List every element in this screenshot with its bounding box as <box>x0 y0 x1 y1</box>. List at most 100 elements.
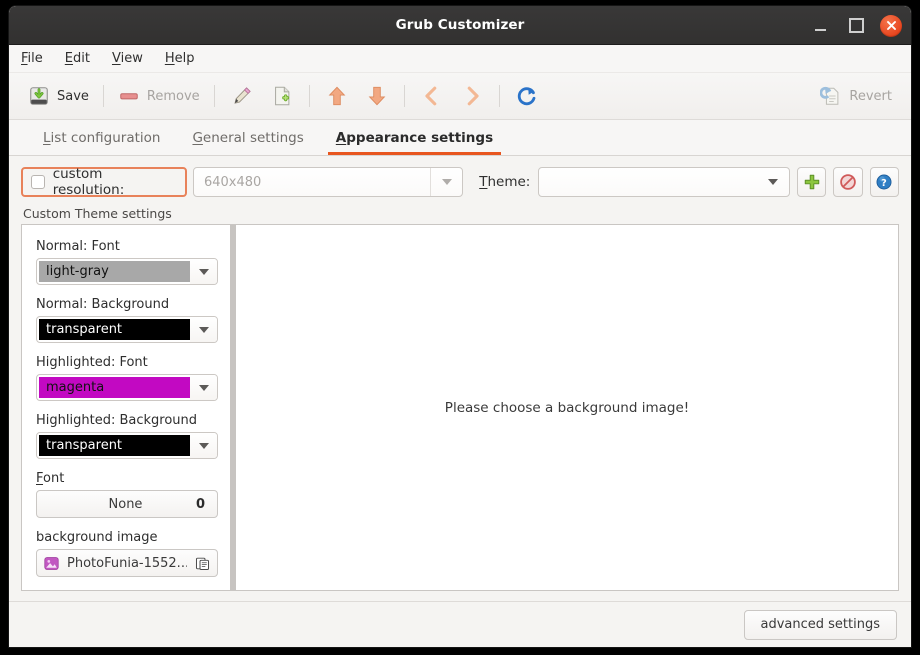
revert-label: Revert <box>849 88 892 104</box>
custom-resolution-group[interactable]: custom resolution: <box>21 166 187 198</box>
help-question-icon: ? <box>876 174 892 190</box>
close-icon <box>886 21 896 30</box>
image-file-icon <box>44 556 59 570</box>
footer-bar: advanced settings <box>9 601 911 647</box>
background-image-filename: PhotoFunia-1552... <box>67 555 187 571</box>
remove-theme-button[interactable] <box>833 167 863 197</box>
custom-theme-frame: Normal: Font light-gray Normal: Backgrou… <box>21 224 899 591</box>
titlebar: Grub Customizer <box>9 6 911 45</box>
chevron-down-icon <box>198 326 209 333</box>
highlighted-background-dropdown-arrow[interactable] <box>190 433 217 458</box>
highlighted-background-combobox[interactable]: transparent <box>36 432 218 459</box>
toolbar-separator-5 <box>498 85 500 107</box>
reload-button[interactable] <box>507 82 547 110</box>
help-button[interactable]: ? <box>869 167 899 197</box>
menu-edit-rest: dit <box>73 51 90 66</box>
chevron-down-icon <box>198 384 209 391</box>
move-left-icon <box>421 85 443 107</box>
font-label-rest: ont <box>43 471 65 486</box>
normal-background-combobox[interactable]: transparent <box>36 316 218 343</box>
toolbar-separator-2 <box>213 85 215 107</box>
custom-theme-group-label: Custom Theme settings <box>23 206 172 221</box>
normal-font-label: Normal: Font <box>36 239 120 254</box>
svg-text:?: ? <box>882 178 888 189</box>
new-entry-button[interactable] <box>262 82 302 110</box>
theme-fields-pane: Normal: Font light-gray Normal: Backgrou… <box>22 225 230 590</box>
menu-view[interactable]: View <box>112 51 143 66</box>
background-image-button[interactable]: PhotoFunia-1552... <box>36 549 218 577</box>
resolution-value: 640x480 <box>203 174 262 190</box>
advanced-settings-button[interactable]: advanced settings <box>743 609 897 640</box>
font-label: Font <box>36 471 65 486</box>
theme-dropdown-arrow[interactable] <box>757 168 789 196</box>
remove-label: Remove <box>146 88 200 104</box>
highlighted-background-value: transparent <box>39 435 190 456</box>
move-right-icon <box>461 85 483 107</box>
new-document-icon <box>271 85 293 107</box>
chevron-down-icon <box>198 442 209 449</box>
normal-font-dropdown-arrow[interactable] <box>190 259 217 284</box>
normal-background-dropdown-arrow[interactable] <box>190 317 217 342</box>
normal-background-label: Normal: Background <box>36 297 170 312</box>
highlighted-font-dropdown-arrow[interactable] <box>190 375 217 400</box>
minimize-button[interactable] <box>808 14 832 38</box>
menu-edit[interactable]: Edit <box>65 51 90 66</box>
maximize-button[interactable] <box>844 14 868 38</box>
normal-background-value: transparent <box>39 319 190 340</box>
forbidden-icon <box>840 174 856 190</box>
highlighted-font-value: magenta <box>39 377 190 398</box>
tab-appearance-settings[interactable]: Appearance settings <box>320 120 509 155</box>
resolution-theme-row: custom resolution: 640x480 Theme: ? <box>21 166 899 198</box>
move-down-button[interactable] <box>357 82 397 110</box>
revert-icon <box>820 85 842 107</box>
highlighted-background-label: Highlighted: Background <box>36 413 198 428</box>
font-chooser-button[interactable]: None 0 <box>36 490 218 518</box>
menu-view-rest: iew <box>120 51 143 66</box>
appearance-settings-panel: custom resolution: 640x480 Theme: ? Cust… <box>9 156 911 601</box>
chevron-down-icon <box>441 179 452 185</box>
custom-resolution-checkbox[interactable] <box>31 175 45 189</box>
tab-list-configuration-label: ist configuration <box>50 129 161 146</box>
normal-font-combobox[interactable]: light-gray <box>36 258 218 285</box>
edit-button[interactable] <box>222 82 262 110</box>
tab-bar: List configuration General settings Appe… <box>9 120 911 156</box>
tab-list-configuration[interactable]: List configuration <box>27 120 176 155</box>
chevron-down-icon <box>198 268 209 275</box>
move-left-button[interactable] <box>412 82 452 110</box>
move-up-button[interactable] <box>317 82 357 110</box>
edit-pencil-icon <box>231 85 253 107</box>
tab-general-settings[interactable]: General settings <box>176 120 319 155</box>
move-down-icon <box>366 85 388 107</box>
toolbar-separator-4 <box>403 85 405 107</box>
remove-button[interactable]: Remove <box>111 82 207 110</box>
window-controls <box>808 6 902 45</box>
revert-button[interactable]: Revert <box>813 82 899 110</box>
menu-help[interactable]: Help <box>165 51 195 66</box>
resolution-dropdown-arrow[interactable] <box>430 168 462 196</box>
theme-combobox[interactable] <box>538 167 791 197</box>
add-theme-button[interactable] <box>797 167 827 197</box>
menu-help-rest: elp <box>174 51 195 66</box>
move-right-button[interactable] <box>452 82 492 110</box>
reload-icon <box>516 85 538 107</box>
tab-appearance-settings-label: ppearance settings <box>346 129 494 146</box>
font-value: None <box>108 496 143 512</box>
add-plus-icon <box>804 174 819 190</box>
custom-resolution-label: custom resolution: <box>52 166 125 198</box>
application-window: Grub Customizer File Edit View Help Save… <box>9 6 911 647</box>
window-title: Grub Customizer <box>395 17 525 33</box>
menu-file[interactable]: File <box>21 51 43 66</box>
highlighted-font-combobox[interactable]: magenta <box>36 374 218 401</box>
menu-file-rest: ile <box>27 51 43 66</box>
toolbar: Save Remove Revert <box>9 73 911 120</box>
chevron-down-icon <box>768 179 779 185</box>
toolbar-separator-1 <box>102 85 104 107</box>
resolution-combobox[interactable]: 640x480 <box>192 167 464 197</box>
close-button[interactable] <box>880 14 902 37</box>
background-image-label: background image <box>36 530 158 545</box>
copy-browse-icon <box>195 557 210 570</box>
save-button[interactable]: Save <box>21 82 96 110</box>
theme-label: Theme: <box>479 174 531 190</box>
menubar: File Edit View Help <box>9 45 911 73</box>
theme-label-rest: heme: <box>487 174 531 190</box>
